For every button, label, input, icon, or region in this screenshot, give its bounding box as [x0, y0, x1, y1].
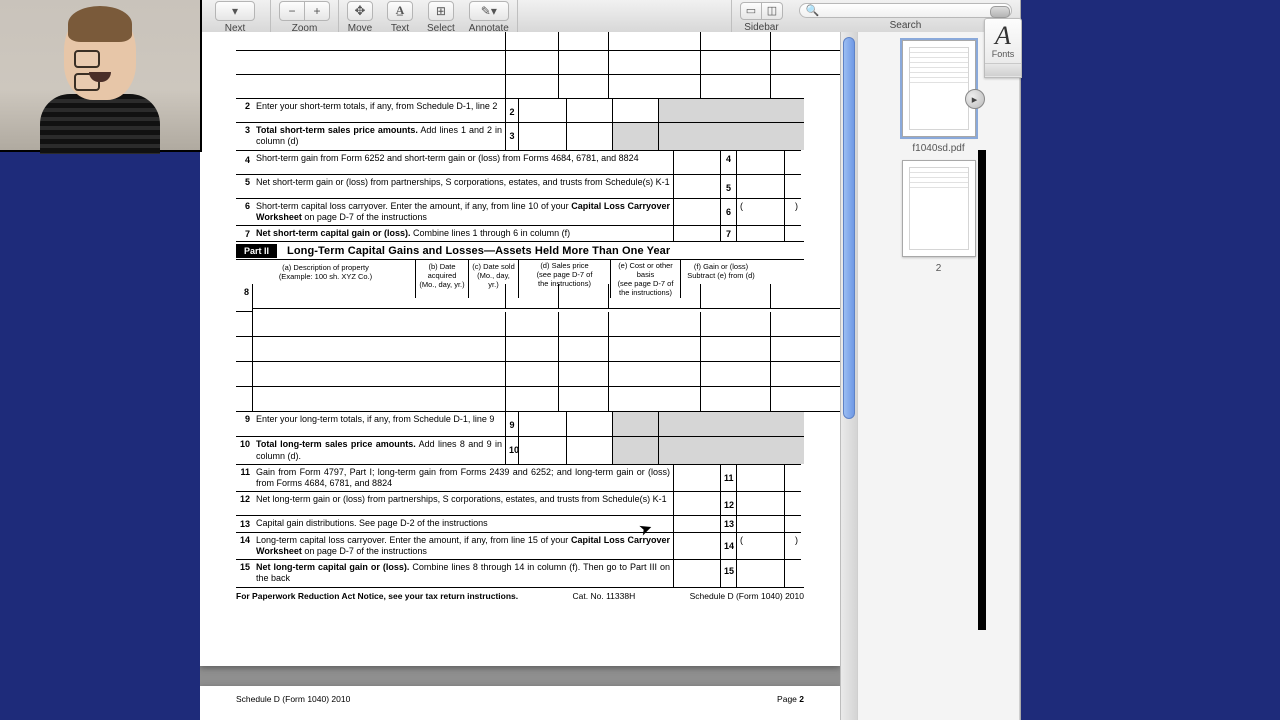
page-2-right: Page 2: [777, 694, 804, 704]
line-4-boxnum: 4: [721, 150, 737, 174]
line-5-boxnum: 5: [721, 174, 737, 198]
line-9-num: 9: [236, 412, 253, 436]
line-15-num: 15: [236, 559, 253, 587]
line-13-boxnum: 13: [721, 515, 737, 531]
black-stripe: [978, 150, 986, 630]
page-2-left: Schedule D (Form 1040) 2010: [236, 694, 350, 704]
line-13-text: Capital gain distributions. See page D-2…: [253, 515, 673, 531]
line-11-num: 11: [236, 464, 253, 492]
line-2-boxnum: 2: [506, 98, 519, 122]
line-15-boxnum: 15: [721, 559, 737, 587]
line-5-text: Net short-term gain or (loss) from partn…: [253, 174, 673, 198]
line-3-num: 3: [236, 122, 253, 150]
document-canvas: 2 Enter your short-term totals, if any, …: [200, 32, 840, 720]
line-10-num: 10: [236, 436, 253, 464]
line-8-num: 8: [236, 284, 253, 312]
thumbnail-page-1[interactable]: ▸: [902, 40, 976, 137]
footer-mid: Cat. No. 11338H: [573, 591, 636, 601]
part-2-header: Part II Long-Term Capital Gains and Loss…: [236, 241, 804, 260]
thumbnail-1-label: f1040sd.pdf: [912, 143, 964, 154]
line-6-boxnum: 6: [721, 198, 737, 226]
move-tool-button[interactable]: ✥: [347, 1, 373, 21]
toolbar: ▾ Next − + Zoom ✥ Move A̲ Text: [200, 0, 1020, 33]
line-3-text: Total short-term sales price amounts. Ad…: [253, 122, 506, 150]
thumbnail-sidebar: ▸ f1040sd.pdf 2: [857, 32, 1020, 720]
line-7-boxnum: 7: [721, 225, 737, 241]
select-tool-button[interactable]: ⊞: [428, 1, 454, 21]
line-6-text: Short-term capital loss carryover. Enter…: [253, 198, 673, 226]
line-9-text: Enter your long-term totals, if any, fro…: [253, 412, 506, 436]
part-2-title: Long-Term Capital Gains and Losses—Asset…: [287, 245, 670, 257]
thumbnail-2-label: 2: [936, 263, 942, 274]
line-12-num: 12: [236, 491, 253, 515]
window-pill-icon[interactable]: [990, 6, 1010, 18]
footer-right: Schedule D (Form 1040) 2010: [690, 591, 804, 601]
line-11-text: Gain from Form 4797, Part I; long-term g…: [253, 464, 673, 492]
search-icon: 🔍: [806, 4, 820, 17]
sidebar-mode-2-button[interactable]: ◫: [762, 2, 783, 20]
line-4-num: 4: [236, 150, 253, 174]
line-9-boxnum: 9: [506, 412, 519, 436]
line-14-boxnum: 14: [721, 532, 737, 560]
page-1-footer: For Paperwork Reduction Act Notice, see …: [236, 587, 804, 607]
thumbnail-page-2[interactable]: [902, 160, 976, 257]
line-2-text: Enter your short-term totals, if any, fr…: [253, 98, 506, 122]
line-7-num: 7: [236, 225, 253, 241]
fonts-glyph-icon: A: [985, 23, 1021, 49]
line-2-num: 2: [236, 98, 253, 122]
zoom-out-button[interactable]: −: [279, 1, 305, 21]
footer-left: For Paperwork Reduction Act Notice, see …: [236, 591, 518, 601]
preview-window: ▾ Next − + Zoom ✥ Move A̲ Text: [200, 0, 1021, 720]
part-2-tab: Part II: [236, 244, 277, 258]
line-6-num: 6: [236, 198, 253, 226]
scrollbar-thumb[interactable]: [843, 37, 855, 419]
next-button[interactable]: ▾: [215, 1, 255, 21]
annotate-menu-button[interactable]: ✎▾: [469, 1, 509, 21]
line-8-rows: 8: [236, 284, 804, 412]
search-label: Search: [799, 20, 1012, 31]
webcam-overlay: [0, 0, 202, 152]
line-4-text: Short-term gain from Form 6252 and short…: [253, 150, 673, 174]
expand-icon[interactable]: ▸: [965, 89, 985, 109]
line-13-num: 13: [236, 515, 253, 531]
line-3-boxnum: 3: [506, 122, 519, 150]
pdf-page-1: 2 Enter your short-term totals, if any, …: [200, 32, 840, 666]
line-14-text: Long-term capital loss carryover. Enter …: [253, 532, 673, 560]
pdf-page-2: Schedule D (Form 1040) 2010 Page 2: [200, 686, 840, 720]
line-14-num: 14: [236, 532, 253, 560]
document-scroll-area[interactable]: 2 Enter your short-term totals, if any, …: [200, 32, 1020, 720]
line-10-text: Total long-term sales price amounts. Add…: [253, 436, 506, 464]
fonts-panel[interactable]: A Fonts: [984, 18, 1022, 78]
line-11-boxnum: 11: [721, 464, 737, 492]
line-12-text: Net long-term gain or (loss) from partne…: [253, 491, 673, 515]
line-5-num: 5: [236, 174, 253, 198]
text-tool-button[interactable]: A̲: [387, 1, 413, 21]
sidebar-mode-1-button[interactable]: ▭: [740, 2, 762, 20]
line-15-text: Net long-term capital gain or (loss). Co…: [253, 559, 673, 587]
fonts-label: Fonts: [985, 49, 1021, 59]
sidebar-label: Sidebar: [744, 22, 778, 33]
search-input[interactable]: 🔍: [799, 3, 1012, 18]
line-7-text: Net short-term capital gain or (loss). C…: [253, 225, 673, 241]
line-10-boxnum: 10: [506, 436, 519, 464]
vertical-scrollbar[interactable]: [840, 32, 857, 720]
line-12-boxnum: 12: [721, 491, 737, 515]
zoom-in-button[interactable]: +: [305, 1, 330, 21]
